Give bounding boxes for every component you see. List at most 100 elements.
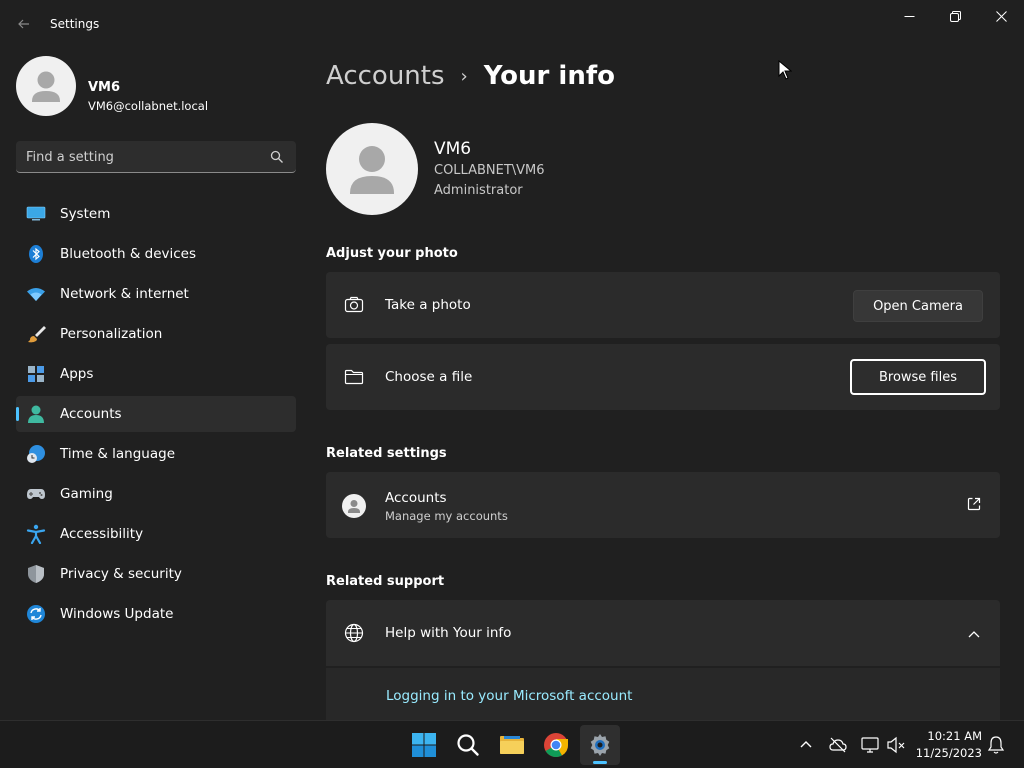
globe-icon [344,623,364,643]
sidebar-item-label: Accessibility [60,526,144,542]
sidebar-item-label: Gaming [60,486,113,502]
help-label: Help with Your info [385,625,512,641]
title-bar: Settings [0,0,1024,48]
sidebar-item-time-language[interactable]: Time & language [16,436,296,472]
notifications-button[interactable] [986,735,1006,755]
network-tray-button[interactable] [860,735,880,755]
apps-icon [26,364,46,384]
sidebar-item-accounts[interactable]: Accounts [16,396,296,432]
system-icon [26,204,46,224]
choose-file-label: Choose a file [385,369,473,385]
sidebar-item-privacy-security[interactable]: Privacy & security [16,556,296,592]
user-domain: COLLABNET\VM6 [434,163,545,178]
section-title-related-support: Related support [326,574,445,589]
section-title-related-settings: Related settings [326,446,447,461]
accounts-icon [26,404,46,424]
sidebar-item-label: Time & language [60,446,176,462]
user-role: Administrator [434,183,523,198]
search-icon[interactable] [270,150,284,164]
bell-icon [987,736,1005,754]
chrome-button[interactable] [536,725,576,765]
sidebar-item-label: Windows Update [60,606,174,622]
help-expander-header[interactable]: Help with Your info [326,600,1000,666]
accounts-related-card[interactable]: Accounts Manage my accounts [326,472,1000,538]
close-button[interactable] [978,0,1024,32]
choose-file-card: Choose a file Browse files [326,344,1000,410]
browse-files-button[interactable]: Browse files [850,359,986,395]
gear-icon [590,734,610,756]
settings-taskbar-button[interactable] [580,725,620,765]
taskbar: 10:21 AM 11/25/2023 [0,720,1024,768]
sidebar-item-label: Privacy & security [60,566,182,582]
sidebar-item-system[interactable]: System [16,196,296,232]
section-title-adjust-photo: Adjust your photo [326,246,458,261]
sidebar-item-label: Bluetooth & devices [60,246,197,262]
take-photo-label: Take a photo [385,297,471,313]
profile-name: VM6 [88,80,121,95]
folder-icon [344,367,364,387]
volume-muted-icon [887,736,905,754]
file-explorer-button[interactable] [492,725,532,765]
help-expander-body: Logging in to your Microsoft account [326,668,1000,720]
onedrive-tray-button[interactable] [828,735,848,755]
sidebar: VM6 VM6@collabnet.local System Bluetooth… [0,48,310,720]
network-icon [861,737,879,753]
app-title: Settings [50,17,100,31]
person-icon [350,146,394,194]
chevron-up-icon [800,741,812,748]
close-icon [995,10,1007,22]
accounts-link-label: Accounts [385,490,447,506]
breadcrumb-parent[interactable]: Accounts [326,61,445,91]
accessibility-icon [26,524,46,545]
sidebar-item-personalization[interactable]: Personalization [16,316,296,352]
search-input[interactable] [26,147,266,167]
main-content: Accounts › Your info VM6 COLLABNET\VM6 A… [310,48,1024,720]
folder-icon [500,736,524,754]
search-icon [457,734,479,756]
sidebar-item-network[interactable]: Network & internet [16,276,296,312]
wifi-icon [26,284,46,304]
open-camera-button[interactable]: Open Camera [853,290,983,322]
sidebar-item-bluetooth[interactable]: Bluetooth & devices [16,236,296,272]
minimize-button[interactable] [886,0,932,32]
gamepad-icon [26,484,46,504]
user-name: VM6 [434,139,472,159]
chrome-icon [544,733,568,758]
taskbar-search-button[interactable] [448,725,488,765]
show-hidden-icons-button[interactable] [796,735,816,755]
accounts-avatar-icon [342,494,366,518]
profile-email: VM6@collabnet.local [88,99,209,113]
update-icon [26,604,46,624]
bluetooth-icon [26,244,46,264]
sidebar-item-label: Personalization [60,326,163,342]
sidebar-item-accessibility[interactable]: Accessibility [16,516,296,552]
cloud-off-icon [829,737,847,753]
clock-date[interactable]: 11/25/2023 [912,746,982,760]
avatar [16,56,76,116]
user-avatar [326,123,418,215]
sidebar-item-windows-update[interactable]: Windows Update [16,596,296,632]
mouse-cursor-icon [778,60,792,80]
back-arrow-icon [18,19,29,29]
minimize-icon [904,15,914,17]
sidebar-item-label: Network & internet [60,286,189,302]
page-title: Your info [483,61,616,91]
back-button[interactable] [14,14,34,34]
sidebar-nav: System Bluetooth & devices Network & int… [16,196,296,636]
restore-button[interactable] [932,0,978,32]
globe-clock-icon [26,444,46,464]
person-icon [32,71,60,102]
accounts-link-sub: Manage my accounts [385,509,508,523]
take-photo-card: Take a photo Open Camera [326,272,1000,338]
sidebar-item-gaming[interactable]: Gaming [16,476,296,512]
sidebar-item-apps[interactable]: Apps [16,356,296,392]
chevron-right-icon: › [460,65,468,87]
volume-tray-button[interactable] [886,735,906,755]
restore-icon [949,10,961,22]
brush-icon [26,324,46,344]
chevron-up-icon[interactable] [968,626,980,638]
sidebar-item-label: Apps [60,366,94,382]
start-button[interactable] [404,725,444,765]
help-link[interactable]: Logging in to your Microsoft account [386,688,632,704]
clock-time[interactable]: 10:21 AM [916,729,982,743]
